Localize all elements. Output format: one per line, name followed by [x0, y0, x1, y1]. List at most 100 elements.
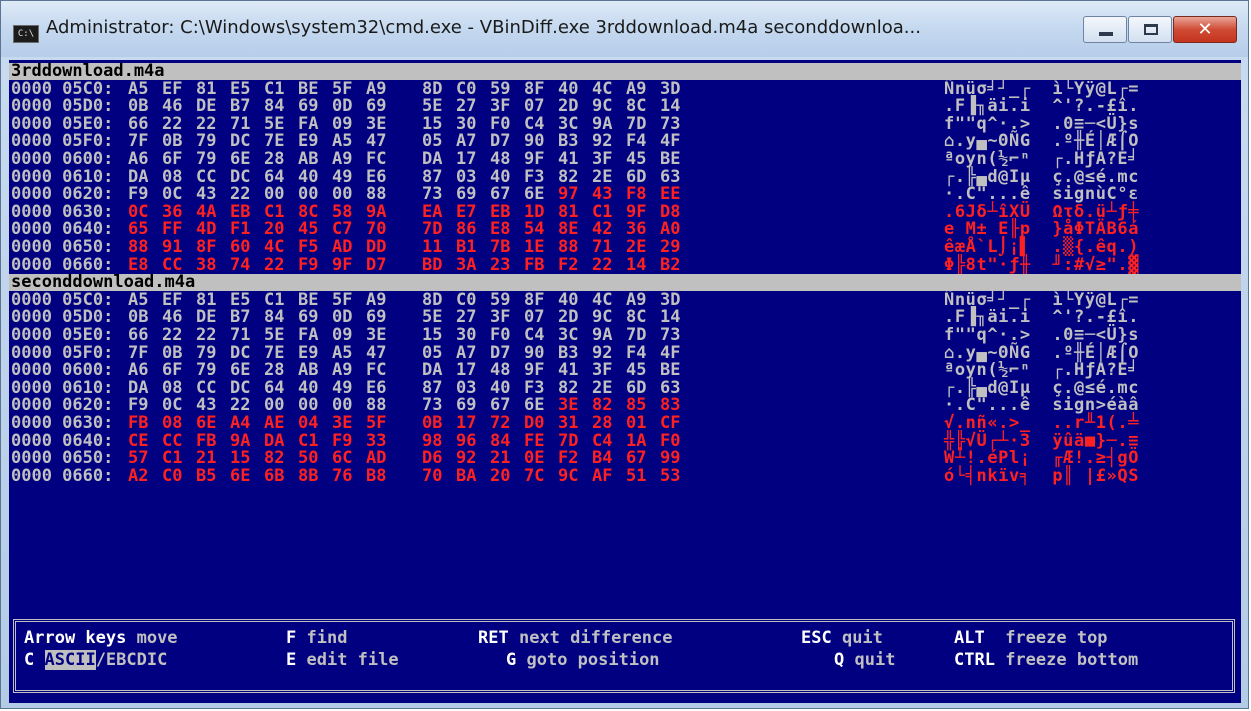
hex-byte[interactable]: 43	[592, 186, 612, 203]
hex-row[interactable]: 0000 05D0: 0B 46 DE B7 84 69 0D 69 5E 27 3F 07 2D 9C 8C…	[9, 309, 1241, 326]
hex-byte[interactable]: 14	[660, 98, 680, 115]
hex-byte[interactable]: 64	[264, 168, 284, 186]
hex-byte[interactable]: AF	[592, 467, 612, 485]
hex-byte[interactable]: 3F	[490, 98, 510, 115]
hex-byte[interactable]: 64	[264, 379, 284, 397]
hex-row[interactable]: 0000 0660: A2 C0 B5 6E 6B 8B 76 B8 70 BA 20 7C 9C AF 51…	[9, 467, 1241, 485]
hex-byte[interactable]: 50	[298, 450, 318, 467]
hex-byte[interactable]: F2	[558, 450, 578, 467]
title-bar[interactable]: C:\ Administrator: C:\Windows\system32\c…	[1, 1, 1248, 57]
hex-byte[interactable]: B1	[456, 239, 476, 256]
hex-byte[interactable]: 41	[558, 362, 578, 379]
hex-byte[interactable]: 71	[592, 239, 612, 256]
hex-byte[interactable]: 21	[490, 450, 510, 467]
hex-row[interactable]: 0000 0600: A6 6F 79 6E 28 AB A9 FC DA 17 48 9F 41 3F 45…	[9, 151, 1241, 168]
hex-byte[interactable]: 2D	[558, 98, 578, 115]
hex-byte[interactable]: EB	[230, 203, 250, 221]
hex-byte[interactable]: BD	[422, 256, 442, 274]
hex-byte[interactable]: 08	[162, 415, 182, 432]
hex-byte[interactable]: 8D	[422, 80, 442, 98]
hex-byte[interactable]: 74	[230, 256, 250, 274]
hex-byte[interactable]: F0	[490, 115, 510, 133]
hex-byte[interactable]: 0B	[162, 344, 182, 362]
hex-byte[interactable]: 22	[230, 186, 250, 203]
hex-byte[interactable]: EF	[162, 80, 182, 98]
hex-byte[interactable]: F3	[524, 379, 544, 397]
hex-byte[interactable]: 73	[422, 397, 442, 414]
hex-byte[interactable]: A6	[128, 151, 148, 168]
hex-byte[interactable]: AD	[366, 450, 386, 467]
hex-byte[interactable]: 82	[558, 379, 578, 397]
hex-byte[interactable]: C1	[162, 450, 182, 467]
hex-byte[interactable]: 63	[660, 379, 680, 397]
hex-byte[interactable]: 67	[490, 186, 510, 203]
hex-byte[interactable]: 5E	[264, 327, 284, 344]
hex-byte[interactable]: B7	[230, 98, 250, 115]
hex-byte[interactable]: C4	[592, 432, 612, 450]
hex-byte[interactable]: BE	[298, 291, 318, 309]
hex-byte[interactable]: A5	[128, 80, 148, 98]
hex-byte[interactable]: 88	[128, 239, 148, 256]
hex-byte[interactable]: 71	[230, 327, 250, 344]
hex-byte[interactable]: 90	[524, 344, 544, 362]
close-button[interactable]: ✕	[1173, 16, 1237, 43]
hex-byte[interactable]: DC	[230, 168, 250, 186]
hex-byte[interactable]: 0B	[128, 309, 148, 326]
hex-byte[interactable]: F9	[298, 256, 318, 274]
hex-byte[interactable]: 69	[456, 397, 476, 414]
hex-byte[interactable]: 14	[626, 256, 646, 274]
hex-byte[interactable]: EF	[162, 291, 182, 309]
hex-byte[interactable]: 0D	[332, 309, 352, 326]
hex-byte[interactable]: 60	[230, 239, 250, 256]
hex-row[interactable]: 0000 0640: 65 FF 4D F1 20 45 C7 70 7D 86 E8 54 8E 42 36…	[9, 221, 1241, 238]
hex-byte[interactable]: 46	[162, 98, 182, 115]
hex-row[interactable]: 0000 05F0: 7F 0B 79 DC 7E E9 A5 47 05 A7 D7 90 B3 92 F4…	[9, 133, 1241, 150]
hex-byte[interactable]: C4	[524, 327, 544, 344]
hex-byte[interactable]: 00	[332, 186, 352, 203]
hex-byte[interactable]: D7	[490, 344, 510, 362]
hex-byte[interactable]: 31	[558, 415, 578, 432]
hex-byte[interactable]: 4A	[196, 203, 216, 221]
hex-byte[interactable]: AE	[264, 415, 284, 432]
hex-byte[interactable]: F8	[626, 186, 646, 203]
hex-byte[interactable]: F1	[230, 221, 250, 238]
hex-byte[interactable]: 6D	[626, 379, 646, 397]
hex-byte[interactable]: FB	[524, 256, 544, 274]
hex-byte[interactable]: C1	[264, 80, 284, 98]
hex-byte[interactable]: 69	[366, 98, 386, 115]
hex-byte[interactable]: 08	[162, 379, 182, 397]
hex-byte[interactable]: B3	[558, 344, 578, 362]
hex-byte[interactable]: 4D	[196, 221, 216, 238]
hex-byte[interactable]: 48	[490, 151, 510, 168]
hex-byte[interactable]: 28	[264, 362, 284, 379]
hex-byte[interactable]: DD	[366, 239, 386, 256]
hex-byte[interactable]: 87	[422, 168, 442, 186]
hex-byte[interactable]: DA	[422, 362, 442, 379]
hex-byte[interactable]: 81	[558, 203, 578, 221]
hex-byte[interactable]: D8	[660, 203, 680, 221]
hex-byte[interactable]: 69	[366, 309, 386, 326]
hex-byte[interactable]: AB	[298, 151, 318, 168]
hex-byte[interactable]: 21	[196, 450, 216, 467]
hex-byte[interactable]: 4F	[660, 344, 680, 362]
hex-byte[interactable]: 3D	[660, 291, 680, 309]
hex-byte[interactable]: 27	[456, 309, 476, 326]
hex-byte[interactable]: 43	[196, 397, 216, 414]
hex-byte[interactable]: CF	[660, 415, 680, 432]
hex-byte[interactable]: 3C	[558, 327, 578, 344]
hex-byte[interactable]: 30	[456, 115, 476, 133]
hex-byte[interactable]: 81	[196, 80, 216, 98]
hex-byte[interactable]: 67	[490, 397, 510, 414]
hex-byte[interactable]: 76	[332, 467, 352, 485]
hex-byte[interactable]: 5F	[332, 80, 352, 98]
hex-byte[interactable]: 45	[298, 221, 318, 238]
hex-byte[interactable]: E8	[490, 221, 510, 238]
hex-byte[interactable]: 29	[660, 239, 680, 256]
hex-byte[interactable]: 8F	[196, 239, 216, 256]
hex-byte[interactable]: 00	[264, 397, 284, 414]
hex-byte[interactable]: 92	[456, 450, 476, 467]
hex-byte[interactable]: F4	[626, 344, 646, 362]
hex-byte[interactable]: 5F	[366, 415, 386, 432]
hex-byte[interactable]: 9A	[230, 432, 250, 450]
hex-byte[interactable]: F2	[558, 256, 578, 274]
